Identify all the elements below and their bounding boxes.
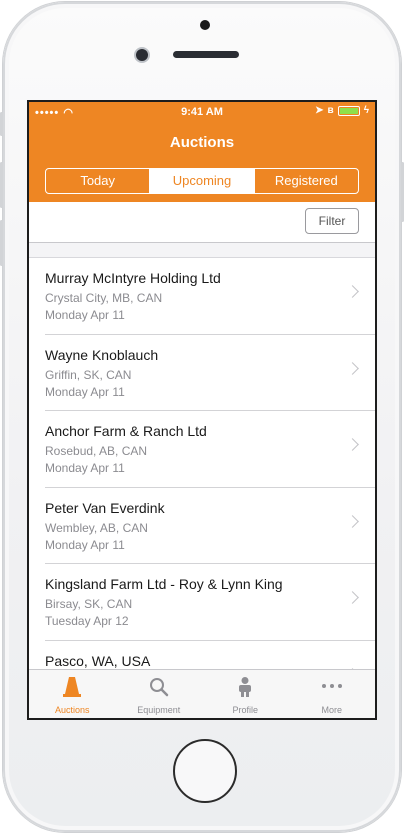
mute-switch (0, 112, 3, 136)
search-icon (149, 678, 168, 697)
tab-label: More (321, 705, 342, 715)
segment-upcoming[interactable]: Upcoming (150, 169, 255, 193)
auction-name: Anchor Farm & Ranch Ltd (45, 423, 207, 439)
charging-icon: ϟ (363, 105, 369, 116)
auction-location: Rosebud, AB, CAN (45, 444, 148, 458)
list-item[interactable]: Pasco, WA, USA (45, 641, 375, 672)
status-bar: ••••• ◠ 9:41 AM ➤ ʙ ϟ (29, 102, 375, 122)
bluetooth-icon: ʙ (327, 105, 334, 116)
tab-label: Profile (232, 705, 258, 715)
tab-more[interactable]: More (289, 670, 376, 718)
auction-location: Wembley, AB, CAN (45, 520, 148, 535)
filter-button[interactable]: Filter (305, 208, 359, 234)
auction-date: Monday Apr 11 (45, 384, 125, 399)
list-item[interactable]: Anchor Farm & Ranch Ltd Rosebud, AB, CAN… (45, 411, 375, 488)
list-item[interactable]: Kingsland Farm Ltd - Roy & Lynn King Bir… (45, 564, 375, 641)
auction-name: Peter Van Everdink (45, 499, 165, 516)
screen: ••••• ◠ 9:41 AM ➤ ʙ ϟ Auctions Today Upc… (27, 100, 377, 720)
chevron-right-icon (346, 591, 359, 604)
proximity-sensor (200, 20, 210, 30)
auction-date: Tuesday Apr 12 (45, 614, 129, 628)
auction-name: Wayne Knoblauch (45, 346, 159, 363)
tab-bar: Auctions Equipment Profile More (29, 669, 375, 718)
tab-label: Auctions (54, 705, 90, 715)
earpiece-speaker (173, 51, 239, 58)
volume-down-button (0, 220, 3, 266)
auction-name: Pasco, WA, USA (45, 652, 151, 669)
segmented-control: Today Upcoming Registered (45, 168, 359, 194)
tab-label: Equipment (137, 705, 181, 715)
page-title: Auctions (169, 134, 235, 151)
home-button[interactable] (173, 739, 237, 803)
tab-profile[interactable]: Profile (202, 670, 289, 718)
filter-bar: Filter (29, 202, 375, 243)
chevron-right-icon (346, 438, 359, 451)
battery-icon (337, 105, 360, 116)
status-icons: ➤ ʙ ϟ (315, 105, 369, 116)
section-spacer (29, 243, 375, 258)
auction-location: Crystal City, MB, CAN (45, 291, 163, 305)
auction-list: Murray McIntyre Holding Ltd Crystal City… (29, 258, 375, 672)
chevron-right-icon (346, 514, 359, 528)
list-item[interactable]: Wayne Knoblauch Griffin, SK, CAN Monday … (45, 335, 375, 411)
segment-today[interactable]: Today (46, 169, 151, 193)
auction-name: Murray McIntyre Holding Ltd (45, 270, 221, 286)
auction-date: Monday Apr 11 (45, 461, 125, 475)
auction-location: Birsay, SK, CAN (45, 597, 133, 611)
location-icon: ➤ (315, 105, 324, 116)
cone-icon (63, 677, 82, 697)
tab-equipment[interactable]: Equipment (116, 670, 203, 718)
list-item[interactable]: Murray McIntyre Holding Ltd Crystal City… (45, 258, 375, 335)
nav-bar: Auctions Today Upcoming Registered (29, 122, 375, 202)
chevron-right-icon (346, 361, 359, 375)
segment-registered[interactable]: Registered (255, 169, 358, 193)
chevron-right-icon (346, 285, 359, 298)
auction-date: Monday Apr 11 (45, 308, 125, 322)
more-icon (321, 684, 342, 688)
auction-date: Monday Apr 11 (45, 537, 125, 552)
list-item[interactable]: Peter Van Everdink Wembley, AB, CAN Mond… (45, 488, 375, 564)
volume-up-button (0, 162, 3, 208)
front-camera (136, 49, 148, 61)
auction-name: Kingsland Farm Ltd - Roy & Lynn King (45, 576, 283, 592)
auction-location: Griffin, SK, CAN (45, 367, 132, 382)
tab-auctions[interactable]: Auctions (29, 670, 116, 718)
person-icon (239, 677, 252, 697)
